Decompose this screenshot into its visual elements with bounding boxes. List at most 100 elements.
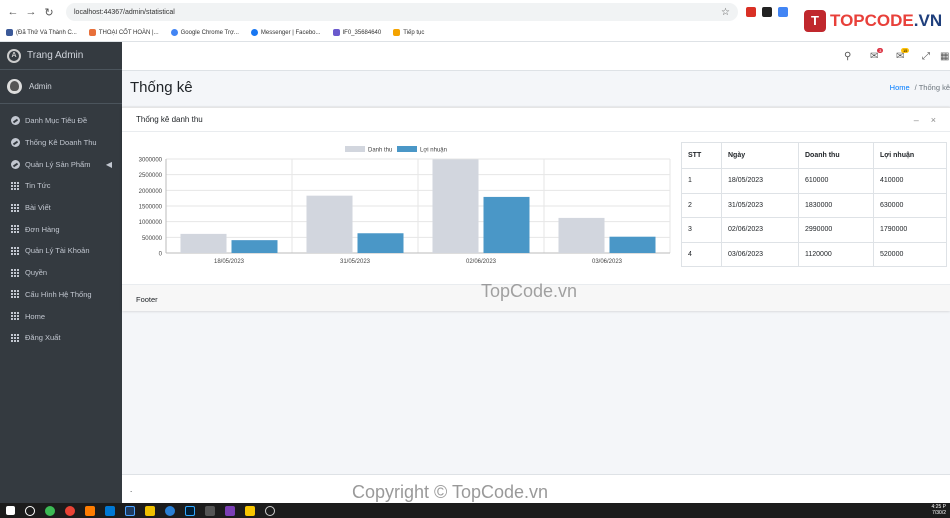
y-tick-label: 3000000 bbox=[139, 158, 163, 164]
y-tick-label: 1500000 bbox=[139, 205, 163, 211]
app-icon[interactable] bbox=[165, 505, 175, 516]
table-row: 1 18/05/2023 610000 410000 bbox=[681, 168, 947, 194]
gauge-icon bbox=[10, 138, 20, 148]
app-icon[interactable] bbox=[85, 505, 95, 516]
x-tick-label: 02/06/2023 bbox=[466, 259, 497, 265]
search-icon[interactable]: ⚲ bbox=[844, 51, 851, 62]
bookmark[interactable]: IF0_35684640 bbox=[332, 29, 381, 36]
bookmark[interactable]: Tiếp tục bbox=[393, 29, 424, 36]
table-cell: 410000 bbox=[873, 168, 947, 194]
brand-logo-icon: A bbox=[7, 48, 21, 63]
breadcrumb-current: Thống kê bbox=[918, 83, 950, 92]
legend-swatch bbox=[345, 146, 365, 152]
table-cell: 1830000 bbox=[798, 192, 874, 218]
grid-icon bbox=[10, 290, 20, 299]
bookmark[interactable]: THOẠI CỐT HOÀN |... bbox=[88, 29, 159, 36]
top-navbar: ⚲ ✉ 3 ✉ 15 ⤢ ▦ bbox=[122, 42, 950, 71]
y-tick-label: 1000000 bbox=[139, 220, 163, 226]
copyright-watermark: Copyright © TopCode.vn bbox=[352, 482, 549, 502]
sidebar-item-don-hang[interactable]: Đơn Hàng bbox=[0, 218, 122, 240]
gauge-icon bbox=[10, 159, 20, 169]
reload-icon[interactable]: ↻ bbox=[40, 6, 58, 19]
table-header-row: STT Ngày Doanh thu Lợi nhuận bbox=[681, 142, 947, 169]
bookmark[interactable]: Messenger | Facebo... bbox=[250, 29, 321, 36]
url-text: localhost:44367/admin/statistical bbox=[74, 8, 175, 16]
extension-icon[interactable] bbox=[746, 7, 756, 17]
revenue-card: Thống kê danh thu – × Danh thu Lợi nhuận … bbox=[122, 107, 950, 311]
sidebar-item-tin-tuc[interactable]: Tin Tức bbox=[0, 175, 122, 197]
chevron-left-icon: ◀ bbox=[105, 159, 112, 169]
collapse-icon[interactable]: – bbox=[914, 115, 919, 125]
bookmark[interactable]: Google Chrome Trợ... bbox=[170, 29, 239, 36]
table-cell: 03/06/2023 bbox=[721, 241, 799, 267]
x-tick-label: 03/06/2023 bbox=[592, 259, 623, 265]
visual-studio-icon[interactable] bbox=[225, 505, 235, 516]
chart-bar bbox=[609, 236, 656, 253]
chrome-icon[interactable] bbox=[65, 505, 75, 516]
control-sidebar-icon[interactable]: ▦ bbox=[940, 51, 949, 62]
bookmark[interactable]: (Đã Thử Và Thành C... bbox=[6, 29, 77, 36]
app-icon[interactable] bbox=[205, 505, 215, 516]
table-cell: 520000 bbox=[873, 241, 947, 267]
app-icon[interactable] bbox=[245, 505, 255, 516]
table-cell: 31/05/2023 bbox=[721, 192, 799, 218]
table-row: 2 31/05/2023 1830000 630000 bbox=[681, 192, 947, 218]
card-header: Thống kê danh thu – × bbox=[122, 108, 950, 132]
extension-icon[interactable] bbox=[778, 7, 788, 17]
gauge-icon bbox=[10, 116, 20, 126]
messages-icon[interactable]: ✉ 3 bbox=[870, 48, 884, 62]
grid-icon bbox=[10, 181, 20, 190]
sidebar-item-home[interactable]: Home bbox=[0, 305, 122, 327]
y-tick-label: 2000000 bbox=[139, 189, 163, 195]
x-tick-label: 18/05/2023 bbox=[214, 259, 245, 265]
fullscreen-icon[interactable]: ⤢ bbox=[922, 51, 930, 62]
breadcrumb-home[interactable]: Home bbox=[890, 83, 910, 92]
table-row: 4 03/06/2023 1120000 520000 bbox=[681, 241, 947, 267]
sidebar-brand[interactable]: A Trang Admin bbox=[0, 42, 122, 70]
sidebar-item-danh-muc[interactable]: Danh Mục Tiêu Đề bbox=[0, 110, 122, 132]
column-header: Doanh thu bbox=[798, 142, 874, 169]
star-icon[interactable]: ☆ bbox=[721, 7, 730, 18]
chart-bar bbox=[306, 195, 353, 253]
card-title: Thống kê danh thu bbox=[136, 115, 203, 124]
forward-icon[interactable]: → bbox=[22, 6, 40, 18]
sidebar-item-cau-hinh[interactable]: Cấu Hình Hệ Thống bbox=[0, 284, 122, 306]
revenue-table: STT Ngày Doanh thu Lợi nhuận 1 18/05/2023… bbox=[681, 142, 947, 267]
sidebar-item-dang-xuat[interactable]: Đăng Xuất bbox=[0, 327, 122, 349]
back-icon[interactable]: ← bbox=[4, 6, 22, 18]
table-cell: 1 bbox=[681, 168, 722, 194]
column-header: STT bbox=[681, 142, 722, 169]
extension-icon[interactable] bbox=[762, 7, 772, 17]
folder-icon[interactable] bbox=[145, 505, 155, 516]
sidebar-item-bai-viet[interactable]: Bài Viết bbox=[0, 197, 122, 219]
user-panel[interactable]: Admin bbox=[0, 70, 122, 104]
table-cell: 2990000 bbox=[798, 217, 874, 243]
table-row: 3 02/06/2023 2990000 1790000 bbox=[681, 217, 947, 243]
chart-bar bbox=[432, 159, 479, 253]
windows-start-icon[interactable] bbox=[6, 506, 15, 515]
chart-bar bbox=[180, 233, 227, 253]
sidebar-item-thong-ke[interactable]: Thống Kê Doanh Thu bbox=[0, 132, 122, 154]
y-tick-label: 500000 bbox=[142, 236, 163, 242]
revenue-chart: Danh thu Lợi nhuận 0 500000 1000000 1500000 2… bbox=[139, 146, 671, 265]
app-icon[interactable] bbox=[125, 505, 135, 516]
browser-chrome: ← → ↻ localhost:44367/admin/statistical … bbox=[0, 0, 950, 42]
sidebar-item-tai-khoan[interactable]: Quản Lý Tài Khoản bbox=[0, 240, 122, 262]
y-tick-label: 2500000 bbox=[139, 173, 163, 179]
photoshop-icon[interactable] bbox=[185, 505, 195, 516]
vscode-icon[interactable] bbox=[105, 505, 115, 516]
app-icon[interactable] bbox=[45, 505, 55, 516]
clock-app-icon[interactable] bbox=[265, 505, 275, 516]
address-bar[interactable]: localhost:44367/admin/statistical ☆ bbox=[66, 3, 738, 21]
y-tick-label: 0 bbox=[159, 252, 163, 258]
table-cell: 610000 bbox=[798, 168, 874, 194]
notifications-icon[interactable]: ✉ 15 bbox=[896, 48, 910, 62]
chart-bar bbox=[558, 217, 605, 253]
table-cell: 02/06/2023 bbox=[721, 217, 799, 243]
chart-bar bbox=[231, 240, 278, 253]
close-icon[interactable]: × bbox=[931, 115, 936, 125]
breadcrumb: Home / Thống kê bbox=[889, 83, 950, 92]
search-icon[interactable] bbox=[25, 505, 35, 516]
sidebar-item-san-pham[interactable]: Quản Lý Sản Phẩm ◀ bbox=[0, 153, 122, 175]
sidebar-item-quyen[interactable]: Quyền bbox=[0, 262, 122, 284]
